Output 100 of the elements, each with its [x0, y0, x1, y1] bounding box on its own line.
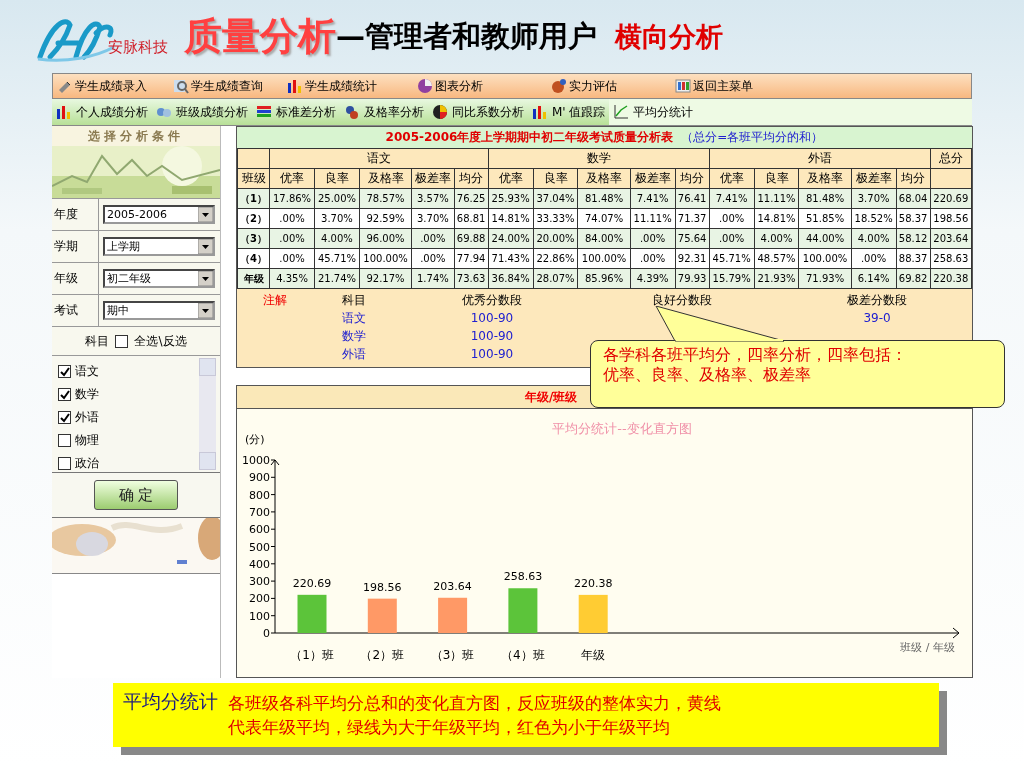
slide-tag: 横向分析: [615, 18, 723, 55]
tab[interactable]: M' 值跟踪: [528, 99, 610, 125]
column-group-header: 外语: [709, 148, 931, 169]
confirm-button[interactable]: 确 定: [94, 480, 178, 510]
chart-title: 平均分统计--变化直方图: [552, 421, 692, 436]
tick-label: 100: [249, 609, 270, 623]
category-label: （3）班: [430, 648, 475, 662]
row-header: （1）: [237, 188, 270, 209]
row-header: （3）: [237, 228, 270, 249]
tick-label: 900: [249, 471, 270, 485]
data-label: 258.63: [503, 570, 543, 584]
subject-option: 语文: [75, 363, 99, 380]
tick-label: 1000: [242, 454, 270, 467]
legend-range: 39-0: [863, 311, 891, 325]
tab[interactable]: 及格率分析: [340, 99, 428, 125]
panel-title: 年级/班级: [525, 388, 578, 406]
tab[interactable]: 平均分统计: [609, 99, 972, 125]
tick-label: 800: [249, 488, 270, 502]
row-header: （4）: [237, 248, 270, 269]
select-all-label: 全选\反选: [134, 332, 187, 350]
tick-label: 0: [263, 627, 270, 640]
checkbox[interactable]: [58, 457, 71, 470]
row-header: 年级: [237, 268, 270, 289]
menu-item[interactable]: 学生成绩查询: [191, 77, 263, 95]
category-label: （4）班: [501, 648, 545, 662]
bars-icon: [532, 104, 548, 120]
dropdown-arrow-icon: [198, 271, 213, 286]
checkbox[interactable]: [58, 434, 71, 447]
slide-title: 质量分析: [184, 13, 336, 60]
dropdown-arrow-icon: [198, 207, 213, 222]
legend-header: 良好分数段: [651, 291, 713, 309]
select-field[interactable]: 2005-2006: [103, 205, 215, 224]
note-text: 各班级各科平均分总和的变化直方图，反应班级的整体实力，黄线代表年级平均，绿线为大于年级平均，红色为小于年级平均: [228, 692, 722, 739]
tab[interactable]: 标准差分析: [252, 99, 340, 125]
legend-header: 优秀分数段: [461, 291, 523, 309]
balls-icon: [344, 104, 360, 120]
grid-icon: [675, 78, 691, 94]
legend-header: 科目: [341, 291, 367, 309]
tab[interactable]: 班级成绩分析: [152, 99, 252, 125]
tab[interactable]: 个人成绩分析: [52, 99, 152, 125]
select-field[interactable]: 上学期: [103, 237, 215, 256]
tab[interactable]: 同比系数分析: [428, 99, 528, 125]
select-field[interactable]: 初二年级: [103, 269, 215, 288]
menu-item[interactable]: 图表分析: [435, 77, 483, 95]
dropdown-arrow-icon: [198, 303, 213, 318]
menu-item[interactable]: 学生成绩统计: [305, 77, 377, 95]
line-icon: [613, 104, 630, 120]
tick-label: 600: [249, 523, 270, 537]
legend-range: 100-90: [469, 329, 515, 343]
magnifier-icon: [173, 78, 189, 94]
legend-subject: 数学: [341, 327, 367, 345]
checkbox[interactable]: [58, 365, 71, 378]
menu-item[interactable]: 学生成绩录入: [75, 77, 147, 95]
subject-label: 科目: [85, 332, 110, 350]
column-header: 班级: [237, 168, 270, 189]
data-label: 203.64: [433, 579, 472, 593]
annotation: 班级 / 年级: [900, 641, 955, 654]
pie-icon: [432, 104, 448, 120]
checkbox[interactable]: [58, 411, 71, 424]
scrollbar[interactable]: [199, 358, 216, 470]
tick-label: 700: [249, 505, 270, 519]
data-label: 220.38: [573, 576, 613, 590]
menu-item[interactable]: 实力评估: [569, 77, 617, 95]
note-title: 平均分统计: [123, 689, 218, 714]
subject-option: 外语: [75, 409, 99, 426]
stripes-icon: [256, 104, 272, 120]
legend-subject: 外语: [341, 345, 367, 363]
subject-option: 政治: [75, 455, 99, 472]
logo-text: 安脉科技: [108, 38, 168, 57]
legend-range: 100-90: [469, 347, 515, 361]
category-label: （1）班: [290, 648, 334, 662]
data-label: 198.56: [363, 580, 402, 594]
legend-header: 极差分数段: [846, 291, 908, 309]
axis-label: (分): [245, 433, 265, 446]
data-label: 220.69: [292, 576, 332, 590]
row-header: （2）: [237, 208, 270, 229]
category-label: 年级: [581, 648, 606, 662]
pie-icon: [417, 78, 433, 94]
column-header: 总分: [930, 148, 972, 169]
column-group-header: 数学: [488, 148, 710, 169]
subject-option: 物理: [75, 432, 99, 449]
table-note: （总分=各班平均分的和）: [681, 129, 824, 146]
tick-label: 300: [249, 575, 270, 589]
slide-subtitle: —管理者和教师用户: [336, 17, 597, 55]
legend-title: 注解: [261, 291, 288, 309]
select-field[interactable]: 期中: [103, 301, 215, 320]
tick-label: 200: [249, 592, 270, 606]
menu-item[interactable]: 返回主菜单: [693, 77, 753, 95]
column-group-header: 语文: [269, 148, 489, 169]
ball-icon: [551, 78, 567, 94]
subject-option: 数学: [75, 386, 99, 403]
category-label: （2）班: [360, 648, 405, 662]
checkbox[interactable]: [115, 334, 129, 348]
dropdown-arrow-icon: [198, 239, 213, 254]
table-title: 2005-2006年度上学期期中初二年级考试质量分析表: [385, 129, 674, 146]
checkbox[interactable]: [58, 388, 71, 401]
tick-label: 500: [249, 540, 270, 554]
bars-icon: [56, 104, 72, 120]
legend-subject: 语文: [341, 309, 367, 327]
tick-label: 400: [249, 557, 270, 571]
